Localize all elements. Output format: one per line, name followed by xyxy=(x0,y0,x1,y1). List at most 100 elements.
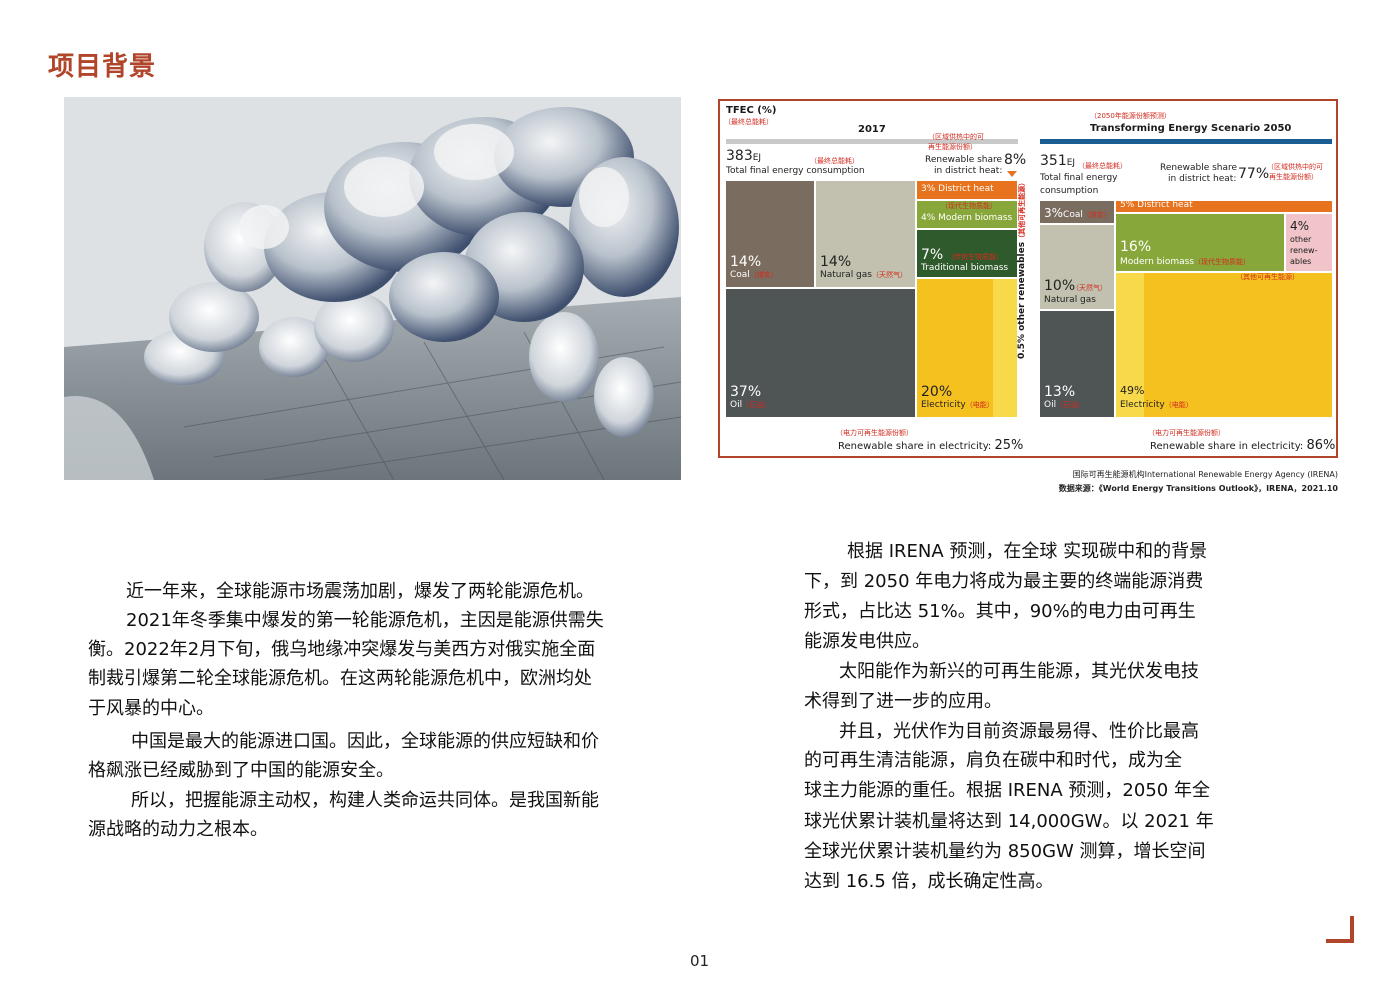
right-gas-note: （天然气） xyxy=(1072,284,1107,292)
right-heat-block: 5% District heat xyxy=(1116,200,1332,212)
left-gas-name: Natural gas xyxy=(820,270,872,280)
right-oil-note: （石油） xyxy=(1056,401,1085,409)
left-heat-name: District heat xyxy=(938,184,994,194)
left-total-value: 383EJ xyxy=(726,148,762,164)
right-modern-label: Modern biomass（现代生物质能） xyxy=(1120,257,1251,268)
left-oil-label: Oil（石油） xyxy=(730,400,770,411)
left-modern-block: （现代生物质能） 4% Modern biomass xyxy=(917,201,1017,228)
left-total-number: 383 xyxy=(726,148,753,164)
left-modern-note: （现代生物质能） xyxy=(941,202,997,210)
left-traditional-block: 7% （传统生物质能） Traditional biomass xyxy=(917,230,1017,277)
left-line-1: 近一年来，全球能源市场震荡加剧，爆发了两轮能源危机。 xyxy=(126,581,594,602)
right-other-block: 4% other renew- ables xyxy=(1286,214,1332,271)
left-oil-pct: 37% xyxy=(730,384,762,400)
other-renewables-text: 0.5% other renewables xyxy=(1017,241,1027,359)
left-line-8: 所以，把握能源主动权，构建人类命运共同体。是我国新能 xyxy=(131,790,599,811)
right-line-11: 全球光伏累计装机量约为 850GW 测算，增长空间 xyxy=(804,841,1206,862)
left-traditional-label: Traditional biomass xyxy=(921,263,1009,273)
source-line-2: 数据来源：《World Energy Transitions Outlook》，… xyxy=(1058,484,1338,493)
industrial-smoke-photo xyxy=(64,97,681,480)
left-heat-pct: 3% xyxy=(921,184,936,194)
right-modern-note: （现代生物质能） xyxy=(1194,258,1251,266)
right-line-2: 下，到 2050 年电力将成为最主要的终端能源消费 xyxy=(804,571,1204,592)
left-total-label: Total final energy consumption xyxy=(726,166,865,176)
page-title: 项目背景 xyxy=(48,52,157,82)
left-renewable-electricity-share xyxy=(993,279,1017,417)
left-elec-share-label: Renewable share in electricity: 25% xyxy=(838,438,1024,453)
left-coal-note: （煤炭） xyxy=(749,271,778,279)
left-electricity-name: Electricity xyxy=(921,400,966,410)
left-electricity-note: （电能） xyxy=(965,401,994,409)
right-district-label-2: in district heat: xyxy=(1168,174,1237,184)
right-other-note: （其他可再生能源） xyxy=(1236,273,1299,281)
right-modern-block: 16% Modern biomass（现代生物质能） xyxy=(1116,214,1284,271)
left-district-arrow xyxy=(1007,171,1017,177)
left-modern-name: Modern biomass xyxy=(938,213,1013,223)
right-line-6: 术得到了进一步的应用。 xyxy=(804,691,1002,712)
right-district-label-1: Renewable share xyxy=(1160,163,1238,173)
right-line-5: 太阳能作为新兴的可再生能源，其光伏发电技 xyxy=(839,661,1199,682)
right-electricity-note: （电能） xyxy=(1164,401,1193,409)
right-oil-name: Oil xyxy=(1044,400,1057,410)
right-line-8: 的可再生清洁能源，肩负在碳中和时代，成为全 xyxy=(804,750,1182,771)
right-elec-share-note: （电力可再生能源份额） xyxy=(1148,429,1225,437)
right-total-label-2: consumption xyxy=(1040,186,1099,196)
left-coal-pct: 14% xyxy=(730,254,762,270)
left-line-2: 2021年冬季集中爆发的第一轮能源危机，主因是能源供需失 xyxy=(126,610,604,631)
right-modern-pct: 16% xyxy=(1120,239,1152,255)
left-gas-block: 14% Natural gas（天然气） xyxy=(816,181,915,287)
left-district-note-1: （区域供热中的可 xyxy=(928,133,984,141)
left-elec-share-value: 25% xyxy=(994,438,1024,453)
right-other-label-2: renew- xyxy=(1290,246,1318,255)
left-gas-label: Natural gas（天然气） xyxy=(820,270,907,281)
left-elec-share-note: （电力可再生能源份额） xyxy=(836,429,913,437)
left-total-note: （最终总能耗） xyxy=(810,157,859,165)
right-coal-label: 3%Coal（煤炭） xyxy=(1044,206,1111,221)
left-traditional-note: （传统生物质能） xyxy=(947,253,1003,261)
tfec-label: TFEC (%) xyxy=(726,105,777,116)
right-heat-label: 5% District heat xyxy=(1120,200,1193,211)
right-modern-name: Modern biomass xyxy=(1120,257,1195,267)
right-coal-name: Coal xyxy=(1063,210,1083,220)
tfec-note: （最终总能耗） xyxy=(724,118,773,126)
right-electricity-name: Electricity xyxy=(1120,400,1165,410)
right-other-pct: 4% xyxy=(1290,219,1310,233)
right-other-label-3: ables xyxy=(1290,257,1312,266)
right-line-10: 球光伏累计装机量将达到 14,000GW。以 2021 年 xyxy=(804,811,1214,832)
right-electricity-pct: 49% xyxy=(1120,384,1145,397)
right-heat-pct: 5% xyxy=(1120,200,1135,210)
smoke-illustration xyxy=(64,97,681,480)
right-elec-share-text: Renewable share in electricity: xyxy=(1150,441,1304,452)
right-other-label-1: other xyxy=(1290,235,1312,244)
scenario-note: （2050年能源份额预测） xyxy=(1090,112,1171,120)
left-district-note-2: 再生能源份额） xyxy=(928,143,977,151)
right-coal-pct: 3% xyxy=(1044,206,1064,220)
left-line-6: 中国是最大的能源进口国。因此，全球能源的供应短缺和价 xyxy=(131,731,599,752)
energy-transition-chart: TFEC (%) （最终总能耗） 2017 383EJ （最终总能耗） Tota… xyxy=(718,99,1338,458)
left-electricity-label: Electricity（电能） xyxy=(921,400,994,411)
left-coal-block: 14% Coal（煤炭） xyxy=(726,181,814,287)
right-district-value: 77% xyxy=(1238,166,1270,182)
left-line-5: 于风暴的中心。 xyxy=(88,698,214,719)
left-gas-pct: 14% xyxy=(820,254,852,270)
right-oil-label: Oil（石油） xyxy=(1044,400,1085,411)
left-district-value: 8% xyxy=(1004,152,1027,168)
left-traditional-pct: 7% xyxy=(921,247,944,263)
left-oil-block: 37% Oil（石油） xyxy=(726,289,915,417)
right-oil-block: 13% Oil（石油） xyxy=(1040,311,1114,417)
left-line-9: 源战略的动力之根本。 xyxy=(88,819,268,840)
right-line-12: 达到 16.5 倍，成长确定性高。 xyxy=(804,871,1054,892)
left-heat-label: 3% District heat xyxy=(921,184,994,195)
right-coal-block: 3%Coal（煤炭） xyxy=(1040,201,1114,223)
left-modern-pct: 4% xyxy=(921,213,936,223)
left-modern-label: 4% Modern biomass xyxy=(921,213,1013,224)
right-district-note-1: （区域供热中的可 xyxy=(1267,163,1323,171)
left-total-unit: EJ xyxy=(752,153,762,163)
right-electricity-block: （其他可再生能源） 49% Electricity（电能） xyxy=(1116,273,1332,417)
left-district-label-2: in district heat: xyxy=(934,166,1003,176)
right-coal-note: （煤炭） xyxy=(1082,211,1111,219)
right-total-number: 351 xyxy=(1040,153,1067,169)
left-line-3: 衡。2022年2月下旬，俄乌地缘冲突爆发与美西方对俄实施全面 xyxy=(88,639,596,660)
right-line-4: 能源发电供应。 xyxy=(804,631,930,652)
right-line-9: 球主力能源的重任。根据 IRENA 预测，2050 年全 xyxy=(804,780,1210,801)
